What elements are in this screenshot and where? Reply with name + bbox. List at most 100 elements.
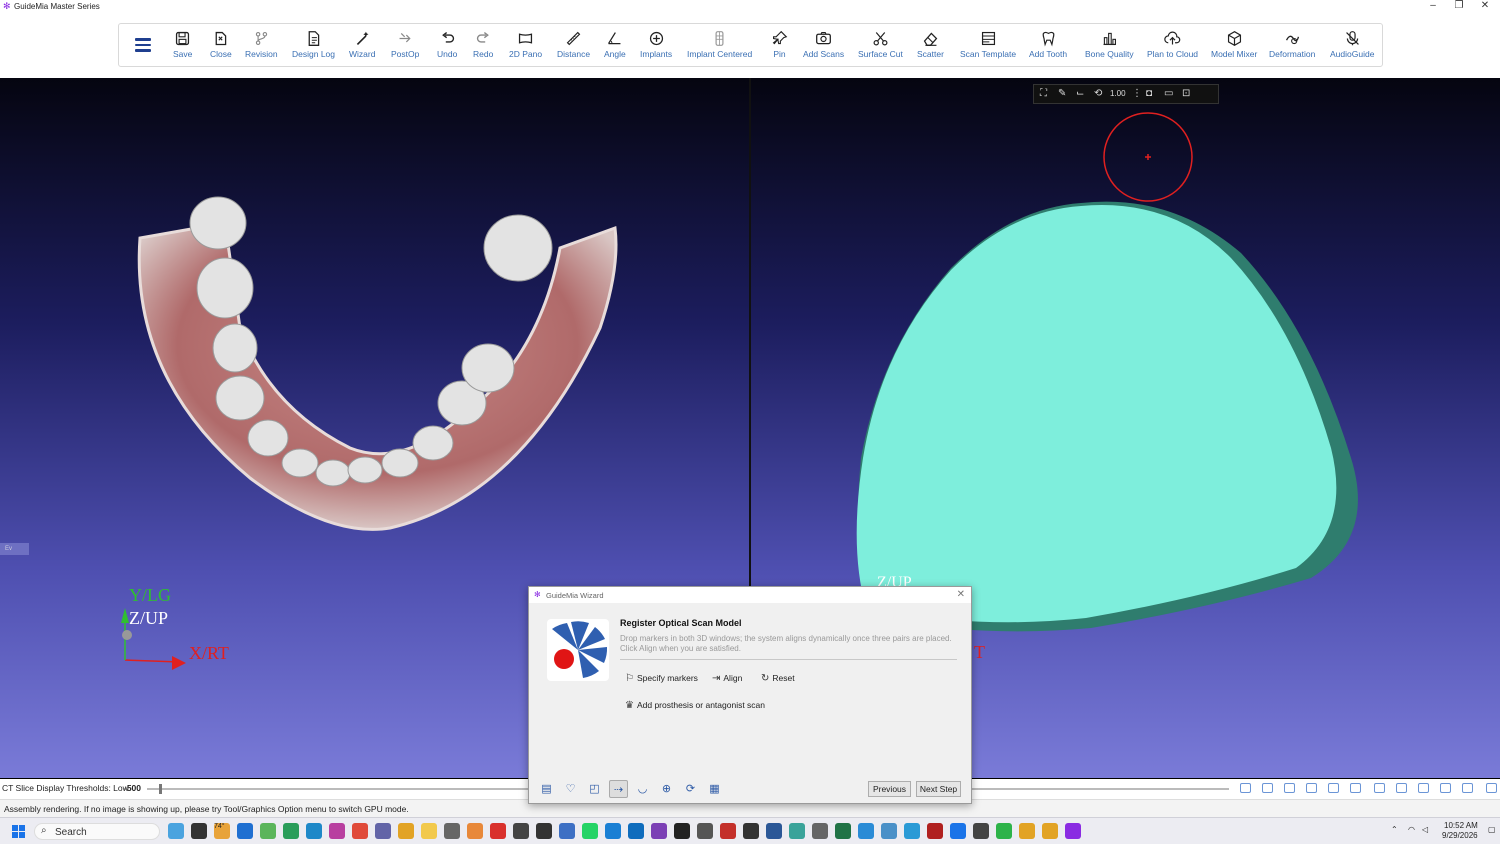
wizard-close-icon[interactable]: ✕ (957, 589, 965, 600)
video-icon[interactable]: ▭ (1164, 88, 1173, 99)
threshold-slider-handle[interactable] (159, 784, 162, 794)
app-icon-16[interactable] (904, 823, 920, 839)
taskbar-search[interactable]: ⌕ Search (34, 823, 160, 840)
fit-view-icon[interactable]: ⛶ (1040, 88, 1047, 99)
app-icon-5[interactable] (444, 823, 460, 839)
view-mode-button-12[interactable] (1486, 783, 1497, 793)
view-mode-button-6[interactable] (1350, 783, 1361, 793)
side-panel-tab[interactable]: Ev (0, 543, 29, 555)
restore-button[interactable]: ❐ (1446, 0, 1472, 14)
app-icon-17[interactable] (927, 823, 943, 839)
app-icon-12[interactable] (789, 823, 805, 839)
view-mode-button-9[interactable] (1418, 783, 1429, 793)
view-mode-button-7[interactable] (1374, 783, 1385, 793)
app-icon-13[interactable] (812, 823, 828, 839)
volume-icon[interactable]: ◁ (1422, 825, 1428, 834)
rotate-icon[interactable]: ⟲ (1094, 88, 1102, 99)
step-clipboard-icon[interactable]: ▤ (537, 780, 556, 798)
app-icon-4[interactable] (352, 823, 368, 839)
toolbar-add-tooth-button[interactable]: Add Tooth (1029, 30, 1067, 59)
app-icon-8[interactable] (513, 823, 529, 839)
ruler-icon[interactable]: ⌙ (1076, 88, 1084, 99)
add-prosthesis-button[interactable]: ♛ Add prosthesis or antagonist scan (625, 700, 765, 711)
step-tooth-icon[interactable]: ♡ (561, 780, 580, 798)
toolbar-model-mixer-button[interactable]: Model Mixer (1211, 30, 1257, 59)
toolbar-postop-button[interactable]: PostOp (391, 30, 419, 59)
weather-icon[interactable]: 74° (214, 823, 230, 839)
app-icon-6[interactable] (467, 823, 483, 839)
app-icon-14[interactable] (858, 823, 874, 839)
toolbar-angle-button[interactable]: Angle (604, 30, 626, 59)
teams-icon[interactable] (375, 823, 391, 839)
toolbar-2d-pano-button[interactable]: 2D Pano (509, 30, 542, 59)
chrome-icon[interactable] (398, 823, 414, 839)
word-icon[interactable] (766, 823, 782, 839)
next-step-button[interactable]: Next Step (916, 781, 961, 797)
specify-markers-button[interactable]: ⚐ Specify markers (625, 673, 698, 684)
vscode-icon[interactable] (605, 823, 621, 839)
wifi-icon[interactable]: ◠ (1408, 825, 1415, 834)
app-icon-11[interactable] (697, 823, 713, 839)
align-button[interactable]: ⇥ Align (712, 673, 742, 684)
chrome-icon-3[interactable] (1042, 823, 1058, 839)
toolbar-revision-button[interactable]: Revision (245, 30, 278, 59)
view-mode-button-4[interactable] (1306, 783, 1317, 793)
view-mode-button-8[interactable] (1396, 783, 1407, 793)
toolbar-deformation-button[interactable]: Deformation (1269, 30, 1315, 59)
media-icon[interactable] (674, 823, 690, 839)
edge-icon[interactable] (306, 823, 322, 839)
terminal-icon[interactable] (743, 823, 759, 839)
file-explorer-icon[interactable] (421, 823, 437, 839)
step-refresh-icon[interactable]: ⟳ (681, 780, 700, 798)
visual-studio-icon[interactable] (651, 823, 667, 839)
step-report-icon[interactable]: ▦ (705, 780, 724, 798)
previous-button[interactable]: Previous (868, 781, 911, 797)
outlook-icon[interactable] (628, 823, 644, 839)
toolbar-save-button[interactable]: Save (173, 30, 192, 59)
app-icon-19[interactable] (973, 823, 989, 839)
view-mode-button-2[interactable] (1262, 783, 1273, 793)
whatsapp-icon[interactable] (582, 823, 598, 839)
toolbar-scan-template-button[interactable]: Scan Template (960, 30, 1016, 59)
app-icon-20[interactable] (996, 823, 1012, 839)
view-mode-button-1[interactable] (1240, 783, 1251, 793)
toolbar-implants-button[interactable]: Implants (640, 30, 672, 59)
toolbar-redo-button[interactable]: Redo (473, 30, 493, 59)
app-icon-9[interactable] (536, 823, 552, 839)
task-view-icon[interactable] (191, 823, 207, 839)
app-icon-2[interactable] (283, 823, 299, 839)
clock-time[interactable]: 10:52 AM (1444, 821, 1478, 830)
app-icon-1[interactable] (260, 823, 276, 839)
menu-icon[interactable] (135, 38, 151, 52)
step-register-icon[interactable]: ⇢ (609, 780, 628, 798)
chrome-icon-2[interactable] (1019, 823, 1035, 839)
step-arch-icon[interactable]: ◡ (633, 780, 652, 798)
toolbar-design-log-button[interactable]: Design Log (292, 30, 335, 59)
toolbar-pin-button[interactable]: Pin (771, 30, 788, 59)
minimize-button[interactable]: – (1420, 0, 1446, 14)
edit-icon[interactable]: ✎ (1058, 88, 1066, 99)
step-scan-icon[interactable]: ◰ (585, 780, 604, 798)
app-icon-18[interactable] (950, 823, 966, 839)
window-close-button[interactable]: ✕ (1472, 0, 1498, 14)
notification-icon[interactable]: ▢ (1488, 825, 1496, 834)
toolbar-close-button[interactable]: Close (210, 30, 232, 59)
toolbar-plan-to-cloud-button[interactable]: Plan to Cloud (1147, 30, 1198, 59)
view-mode-button-11[interactable] (1462, 783, 1473, 793)
app-icon-10[interactable] (559, 823, 575, 839)
more-icon[interactable]: ⋮ (1132, 88, 1142, 99)
toolbar-distance-button[interactable]: Distance (557, 30, 590, 59)
guidemia-taskbar-icon[interactable] (1065, 823, 1081, 839)
app-icon-7[interactable] (490, 823, 506, 839)
app-icon-3[interactable] (329, 823, 345, 839)
toolbar-scatter-button[interactable]: Scatter (917, 30, 944, 59)
app-icon-15[interactable] (881, 823, 897, 839)
reset-button[interactable]: ↻ Reset (761, 673, 795, 684)
toolbar-implant-centered-button[interactable]: Implant Centered (687, 30, 752, 59)
toolbar-undo-button[interactable]: Undo (437, 30, 457, 59)
camera-icon[interactable]: ◘ (1146, 88, 1152, 99)
view-mode-button-5[interactable] (1328, 783, 1339, 793)
windows-start-icon[interactable] (12, 825, 25, 838)
screenshot-icon[interactable]: ⊡ (1182, 88, 1190, 99)
view-mode-button-3[interactable] (1284, 783, 1295, 793)
